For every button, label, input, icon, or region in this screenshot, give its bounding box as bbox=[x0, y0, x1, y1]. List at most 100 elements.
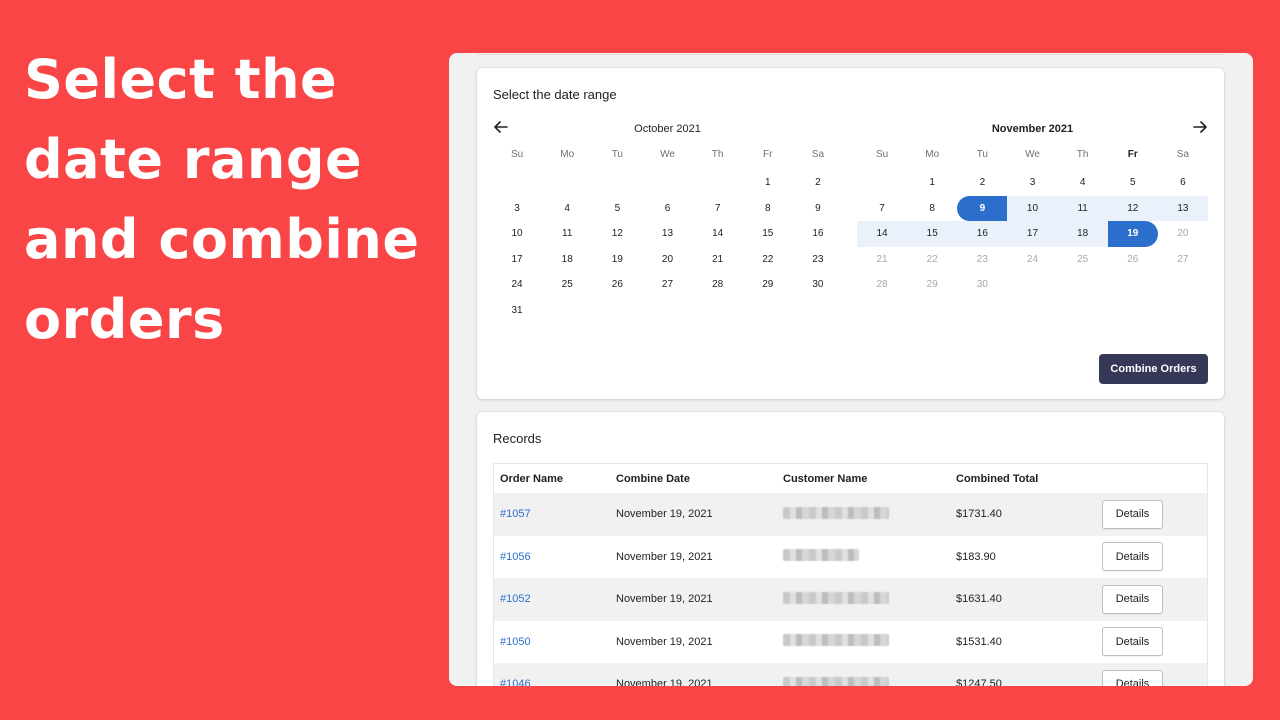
table-row: #1050 November 19, 2021 $1531.40 Details bbox=[494, 621, 1207, 664]
calendar-day[interactable]: 12 bbox=[1107, 195, 1158, 221]
calendar-empty-cell bbox=[592, 298, 642, 324]
details-button[interactable]: Details bbox=[1102, 542, 1163, 572]
month-grid-october: 1 2 3 4 5 6 7 8 9 10 11 12 13 14 15 16 17 18 19 20 21 22 23 24 2… bbox=[492, 170, 843, 323]
calendar-day[interactable]: 13 bbox=[642, 221, 692, 247]
calendar-day[interactable]: 30 bbox=[793, 272, 843, 298]
details-button[interactable]: Details bbox=[1102, 584, 1163, 614]
details-button[interactable]: Details bbox=[1102, 627, 1163, 657]
calendar-day[interactable]: 28 bbox=[693, 272, 743, 298]
calendar-day[interactable]: 14 bbox=[857, 221, 908, 247]
weekday-label: Mo bbox=[925, 149, 940, 160]
calendar-day[interactable]: 3 bbox=[492, 196, 542, 222]
calendar-day[interactable]: 18 bbox=[1057, 221, 1108, 247]
calendar-day[interactable]: 2 bbox=[957, 170, 1007, 196]
calendar-day[interactable]: 18 bbox=[542, 247, 592, 273]
calendar-day[interactable]: 5 bbox=[1108, 170, 1158, 196]
calendar-day[interactable]: 23 bbox=[793, 247, 843, 273]
previous-card-edge bbox=[477, 53, 1224, 55]
calendar-day[interactable]: 2 bbox=[793, 170, 843, 196]
calendar-day[interactable]: 29 bbox=[743, 272, 793, 298]
calendar-day[interactable]: 9 bbox=[957, 195, 1008, 221]
calendar-day[interactable]: 12 bbox=[592, 221, 642, 247]
combined-total: $1247.50 bbox=[950, 663, 1096, 686]
calendar-day[interactable]: 31 bbox=[492, 298, 542, 324]
calendar-empty-cell bbox=[1007, 272, 1057, 298]
calendar-day[interactable]: 17 bbox=[1007, 221, 1058, 247]
date-range-card: Select the date range October 2021 Su Mo T… bbox=[477, 68, 1224, 399]
order-link[interactable]: #1052 bbox=[500, 593, 531, 605]
month-title-october: October 2021 bbox=[634, 123, 701, 135]
calendar-day[interactable]: 25 bbox=[542, 272, 592, 298]
combined-total: $1631.40 bbox=[950, 578, 1096, 621]
calendar-day: 21 bbox=[876, 253, 888, 265]
calendar-week: 3456789 bbox=[492, 196, 843, 222]
weekday-label: Fr bbox=[763, 149, 773, 160]
calendar-day[interactable]: 7 bbox=[693, 196, 743, 222]
calendar-day: 20 bbox=[1177, 228, 1189, 239]
weekday-header: Su Mo Tu We Th Fr Sa bbox=[492, 144, 843, 166]
calendar-day[interactable]: 15 bbox=[907, 221, 958, 247]
calendar-day[interactable]: 10 bbox=[1007, 195, 1058, 221]
headline-line-2: date range bbox=[24, 128, 363, 191]
combine-orders-button[interactable]: Combine Orders bbox=[1099, 354, 1208, 384]
calendar-empty-cell bbox=[1058, 272, 1108, 298]
calendar-day[interactable]: 15 bbox=[743, 221, 793, 247]
calendar-day[interactable]: 4 bbox=[1058, 170, 1108, 196]
calendar-day[interactable]: 22 bbox=[743, 247, 793, 273]
calendar-day[interactable]: 19 bbox=[592, 247, 642, 273]
column-header-customer-name: Customer Name bbox=[783, 472, 868, 485]
calendar-day[interactable]: 26 bbox=[592, 272, 642, 298]
customer-name-redacted bbox=[783, 676, 889, 686]
calendar-day[interactable]: 11 bbox=[542, 221, 592, 247]
calendar-day[interactable]: 14 bbox=[693, 221, 743, 247]
table-row: #1057 November 19, 2021 $1731.40 Details bbox=[494, 493, 1207, 536]
weekday-label: Tu bbox=[611, 149, 623, 160]
calendar-day[interactable]: 16 bbox=[793, 221, 843, 247]
column-header-combined-total: Combined Total bbox=[956, 472, 1039, 485]
combined-total: $183.90 bbox=[956, 550, 996, 563]
weekday-label: Fr bbox=[1127, 149, 1138, 160]
weekday-label: Th bbox=[711, 149, 724, 160]
calendar-empty-cell bbox=[642, 170, 692, 196]
calendar-day[interactable]: 9 bbox=[793, 196, 843, 222]
order-link[interactable]: #1056 bbox=[500, 551, 531, 563]
calendar-day: 30 bbox=[976, 279, 988, 290]
order-link[interactable]: #1057 bbox=[500, 508, 531, 520]
calendar-day[interactable]: 1 bbox=[907, 170, 957, 196]
calendar-empty-cell bbox=[542, 298, 592, 324]
calendar-day[interactable]: 11 bbox=[1057, 195, 1108, 221]
combine-date: November 19, 2021 bbox=[610, 578, 777, 621]
calendar-day[interactable]: 27 bbox=[642, 272, 692, 298]
calendar-day[interactable]: 1 bbox=[743, 170, 793, 196]
calendar-day: 22 bbox=[926, 253, 938, 265]
calendar-day[interactable]: 4 bbox=[542, 196, 592, 222]
table-row: #1056 November 19, 2021 $183.90 Details bbox=[494, 536, 1207, 579]
details-button[interactable]: Details bbox=[1102, 499, 1163, 529]
calendar-day: 26 bbox=[1127, 253, 1139, 265]
calendar-day[interactable]: 13 bbox=[1157, 195, 1208, 221]
calendar-day[interactable]: 24 bbox=[492, 272, 542, 298]
weekday-label: Sa bbox=[1176, 149, 1190, 160]
calendar-day[interactable]: 6 bbox=[1158, 170, 1208, 196]
app-window: Select the date range October 2021 Su Mo T… bbox=[449, 53, 1253, 686]
order-link[interactable]: #1050 bbox=[500, 636, 531, 648]
calendar-week: 123456 bbox=[857, 170, 1208, 196]
calendar-day[interactable]: 16 bbox=[957, 221, 1008, 247]
calendar-day[interactable]: 19 bbox=[1107, 221, 1158, 247]
calendar-day[interactable]: 6 bbox=[642, 196, 692, 222]
weekday-label: Tu bbox=[976, 149, 988, 160]
calendar-week: 28 29 30 bbox=[857, 272, 1208, 298]
calendar-day[interactable]: 8 bbox=[907, 196, 957, 222]
calendar-day[interactable]: 17 bbox=[492, 247, 542, 273]
column-header-actions bbox=[1096, 464, 1207, 493]
calendar-day[interactable]: 21 bbox=[693, 247, 743, 273]
details-button[interactable]: Details bbox=[1102, 669, 1163, 686]
calendar-day[interactable]: 3 bbox=[1007, 170, 1057, 196]
combine-date: November 19, 2021 bbox=[616, 635, 713, 648]
calendar-day[interactable]: 7 bbox=[857, 196, 907, 222]
order-link[interactable]: #1046 bbox=[500, 678, 531, 686]
calendar-day[interactable]: 8 bbox=[743, 196, 793, 222]
calendar-day[interactable]: 10 bbox=[492, 221, 542, 247]
calendar-day[interactable]: 5 bbox=[592, 196, 642, 222]
calendar-day[interactable]: 20 bbox=[642, 247, 692, 273]
